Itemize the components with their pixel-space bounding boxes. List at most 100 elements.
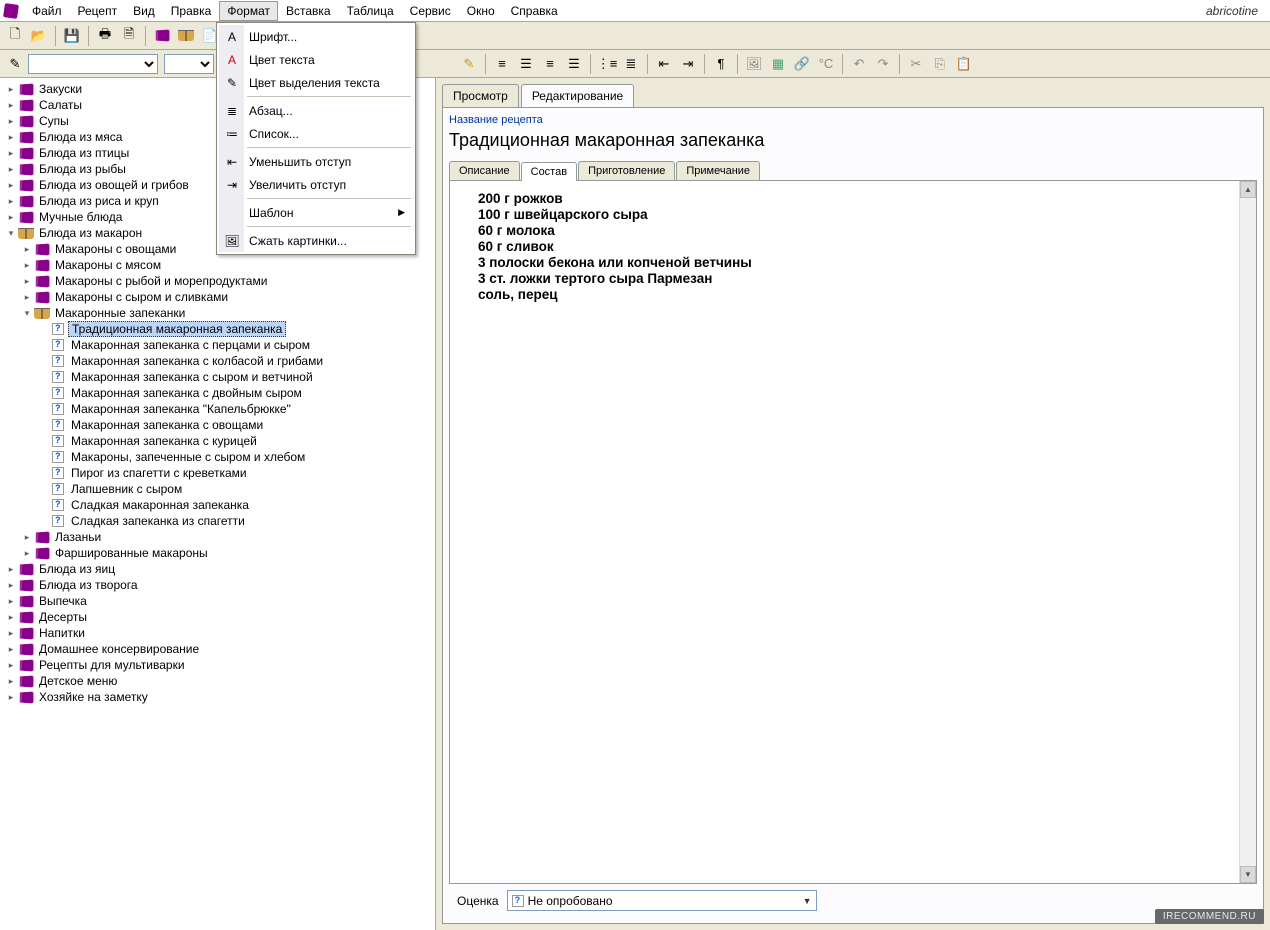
tree-item[interactable]: Макаронная запеканка с овощами — [0, 417, 435, 433]
tree-item[interactable]: Сладкая запеканка из спагетти — [0, 513, 435, 529]
tree-arrow-icon[interactable]: ▸ — [6, 580, 16, 591]
subtab-состав[interactable]: Состав — [521, 162, 577, 181]
align-justify-icon[interactable]: ☰ — [563, 53, 585, 75]
scroll-up-icon[interactable]: ▲ — [1240, 181, 1256, 198]
tree-item[interactable]: ▸Рецепты для мультиварки — [0, 657, 435, 673]
scroll-down-icon[interactable]: ▼ — [1240, 866, 1256, 883]
menu-правка[interactable]: Правка — [163, 1, 220, 21]
tree-item[interactable]: Пирог из спагетти с креветками — [0, 465, 435, 481]
book-icon[interactable] — [151, 25, 173, 47]
menu-сервис[interactable]: Сервис — [402, 1, 459, 21]
tree-item[interactable]: ▸Блюда из творога — [0, 577, 435, 593]
tree-arrow-icon[interactable]: ▸ — [6, 180, 16, 191]
tree-item[interactable]: Макаронная запеканка "Капельбрюкке" — [0, 401, 435, 417]
tree-arrow-icon[interactable]: ▸ — [6, 116, 16, 127]
undo-icon[interactable]: ↶ — [848, 53, 870, 75]
font-size-select[interactable] — [164, 54, 214, 74]
tab-просмотр[interactable]: Просмотр — [442, 84, 519, 107]
tree-item[interactable]: Сладкая макаронная запеканка — [0, 497, 435, 513]
tree-item[interactable]: ▸Макароны с мясом — [0, 257, 435, 273]
menu-рецепт[interactable]: Рецепт — [70, 1, 126, 21]
tree-item[interactable]: ▸Блюда из яиц — [0, 561, 435, 577]
menu-вставка[interactable]: Вставка — [278, 1, 339, 21]
tree-arrow-icon[interactable]: ▸ — [6, 692, 16, 703]
menu-item-цвет-выделения-текста[interactable]: ✎Цвет выделения текста — [219, 71, 413, 94]
tree-item[interactable]: Макароны, запеченные с сыром и хлебом — [0, 449, 435, 465]
tree-arrow-icon[interactable]: ▸ — [6, 132, 16, 143]
number-list-icon[interactable]: ≣ — [620, 53, 642, 75]
menu-item-сжать-картинки-[interactable]: 🖼Сжать картинки... — [219, 229, 413, 252]
open-file-icon[interactable]: 📂 — [28, 25, 50, 47]
font-select[interactable] — [28, 54, 158, 74]
tree-arrow-icon[interactable]: ▸ — [6, 196, 16, 207]
cut-icon[interactable]: ✂ — [905, 53, 927, 75]
openbook-icon[interactable] — [175, 25, 197, 47]
tree-arrow-icon[interactable]: ▸ — [6, 644, 16, 655]
tree-arrow-icon[interactable]: ▸ — [22, 292, 32, 303]
redo-icon[interactable]: ↷ — [872, 53, 894, 75]
tree-arrow-icon[interactable]: ▸ — [22, 548, 32, 559]
tree-arrow-icon[interactable]: ▸ — [22, 276, 32, 287]
highlight-icon[interactable]: ✎ — [458, 53, 480, 75]
align-center-icon[interactable]: ☰ — [515, 53, 537, 75]
paste-icon[interactable]: 📋 — [953, 53, 975, 75]
copy-icon[interactable]: ⎘ — [929, 53, 951, 75]
menu-item-цвет-текста[interactable]: AЦвет текста — [219, 48, 413, 71]
tree-item[interactable]: Макаронная запеканка с колбасой и грибам… — [0, 353, 435, 369]
indent-icon[interactable]: ⇥ — [677, 53, 699, 75]
tree-item[interactable]: ▾Макаронные запеканки — [0, 305, 435, 321]
tree-item[interactable]: Макаронная запеканка с перцами и сыром — [0, 337, 435, 353]
menu-item-список-[interactable]: ≔Список... — [219, 122, 413, 145]
print-icon[interactable]: 🖶 — [94, 25, 116, 47]
recipe-title-input[interactable] — [449, 128, 1257, 153]
tree-item[interactable]: ▸Лазаньи — [0, 529, 435, 545]
rating-select[interactable]: Не опробовано ▼ — [507, 890, 817, 911]
menu-вид[interactable]: Вид — [125, 1, 163, 21]
menu-формат[interactable]: Формат — [219, 1, 278, 21]
tree-arrow-icon[interactable]: ▸ — [6, 596, 16, 607]
bullet-list-icon[interactable]: ⋮≡ — [596, 53, 618, 75]
tree-arrow-icon[interactable]: ▸ — [6, 612, 16, 623]
menu-item-абзац-[interactable]: ≣Абзац... — [219, 99, 413, 122]
tree-item[interactable]: Традиционная макаронная запеканка — [0, 321, 435, 337]
tree-arrow-icon[interactable]: ▸ — [6, 660, 16, 671]
subtab-приготовление[interactable]: Приготовление — [578, 161, 675, 180]
tree-arrow-icon[interactable]: ▾ — [6, 228, 16, 239]
tree-item[interactable]: ▸Хозяйке на заметку — [0, 689, 435, 705]
tree-item[interactable]: ▸Макароны с сыром и сливками — [0, 289, 435, 305]
table-icon[interactable]: ▦ — [767, 53, 789, 75]
pilcrow-icon[interactable]: ¶ — [710, 53, 732, 75]
tree-arrow-icon[interactable]: ▸ — [22, 260, 32, 271]
tree-item[interactable]: ▸Фаршированные макароны — [0, 545, 435, 561]
temperature-icon[interactable]: °C — [815, 53, 837, 75]
link-icon[interactable]: 🔗 — [791, 53, 813, 75]
menu-item-уменьшить-отступ[interactable]: ⇤Уменьшить отступ — [219, 150, 413, 173]
tree-item[interactable]: ▸Выпечка — [0, 593, 435, 609]
menu-справка[interactable]: Справка — [503, 1, 566, 21]
tab-редактирование[interactable]: Редактирование — [521, 84, 634, 107]
menu-item-шаблон[interactable]: Шаблон▶ — [219, 201, 413, 224]
tree-item[interactable]: ▸Детское меню — [0, 673, 435, 689]
print-preview-icon[interactable]: 🗎 — [118, 25, 140, 47]
tree-arrow-icon[interactable]: ▸ — [6, 84, 16, 95]
tree-arrow-icon[interactable]: ▸ — [22, 244, 32, 255]
scrollbar[interactable]: ▲ ▼ — [1239, 181, 1256, 883]
menu-item-увеличить-отступ[interactable]: ⇥Увеличить отступ — [219, 173, 413, 196]
menu-таблица[interactable]: Таблица — [339, 1, 402, 21]
align-left-icon[interactable]: ≡ — [491, 53, 513, 75]
save-icon[interactable]: 💾 — [61, 25, 83, 47]
tree-item[interactable]: ▸Десерты — [0, 609, 435, 625]
subtab-примечание[interactable]: Примечание — [676, 161, 760, 180]
tree-item[interactable]: Макаронная запеканка с двойным сыром — [0, 385, 435, 401]
ingredients-editor[interactable]: 200 г рожков100 г швейцарского сыра60 г … — [449, 180, 1257, 884]
subtab-описание[interactable]: Описание — [449, 161, 520, 180]
image-icon[interactable]: 🖼 — [743, 53, 765, 75]
align-right-icon[interactable]: ≡ — [539, 53, 561, 75]
tree-arrow-icon[interactable]: ▸ — [6, 148, 16, 159]
tree-item[interactable]: Макаронная запеканка с курицей — [0, 433, 435, 449]
tree-arrow-icon[interactable]: ▸ — [22, 532, 32, 543]
new-file-icon[interactable]: 🗋 — [4, 25, 26, 47]
outdent-icon[interactable]: ⇤ — [653, 53, 675, 75]
menu-окно[interactable]: Окно — [459, 1, 503, 21]
tree-item[interactable]: ▸Напитки — [0, 625, 435, 641]
